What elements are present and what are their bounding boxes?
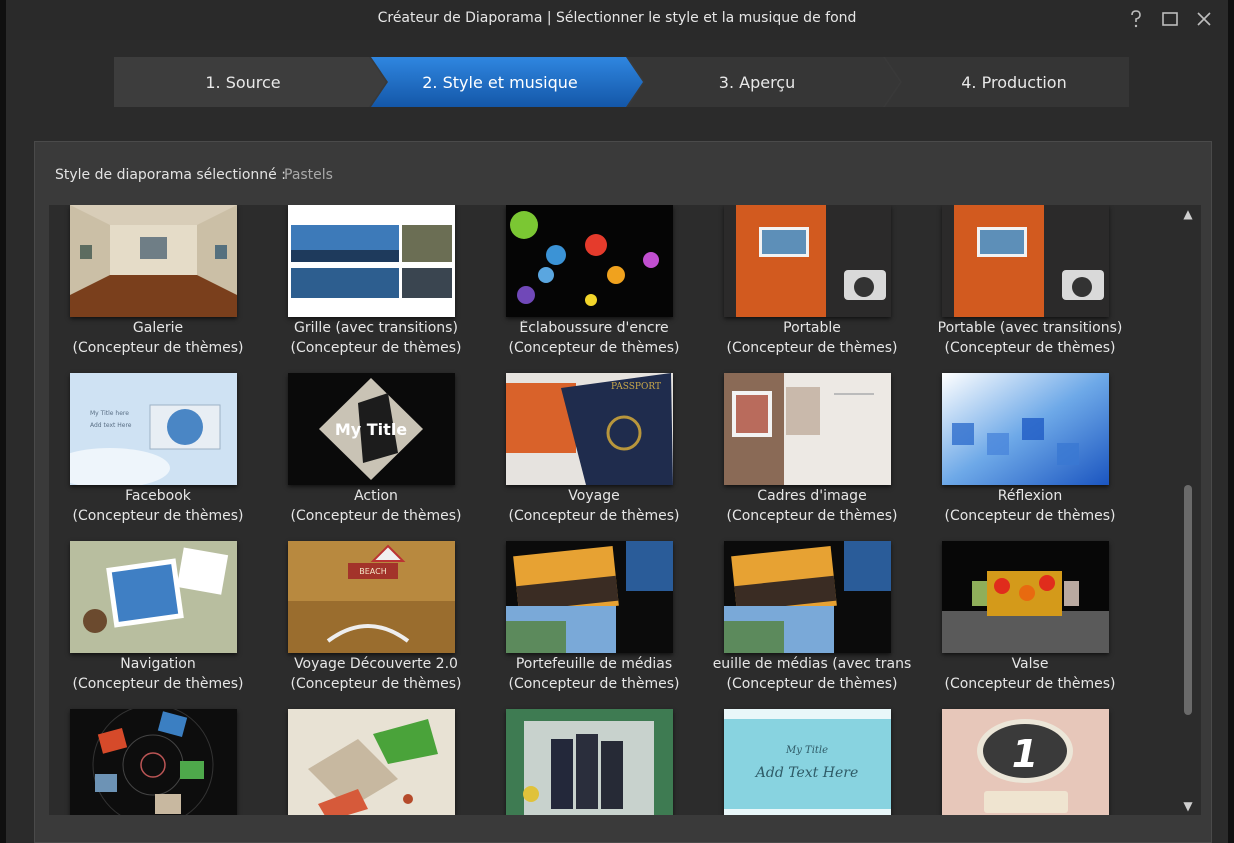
style-name: Galerie (132, 320, 184, 336)
style-subtitle: (Concepteur de thèmes) (508, 340, 680, 356)
title-bar: Créateur de Diaporama | Sélectionner le … (6, 0, 1228, 40)
style-subtitle: (Concepteur de thèmes) (72, 340, 244, 356)
maximize-icon (1162, 12, 1178, 26)
thumb-text: Add Text Here (754, 765, 858, 781)
thumb-text: My Title here (90, 410, 129, 417)
scroll-thumb[interactable] (1184, 485, 1192, 715)
style-thumbnail (942, 205, 1109, 317)
close-icon (1197, 12, 1211, 26)
wizard-steps: 1. Source 2. Style et musique 3. Aperçu … (114, 57, 1129, 107)
style-thumbnail (70, 541, 237, 653)
style-thumbnail (288, 205, 455, 317)
style-thumbnail: My Title Add Text Here (724, 709, 891, 815)
step-label: 2. Style et musique (422, 72, 578, 92)
style-subtitle: (Concepteur de thèmes) (508, 676, 680, 692)
style-subtitle: (Concepteur de thèmes) (72, 676, 244, 692)
style-name: Navigation (120, 656, 196, 672)
style-thumbnail (506, 709, 673, 815)
thumb-text: BEACH (359, 567, 386, 576)
slideshow-creator-window: Créateur de Diaporama | Sélectionner le … (0, 0, 1234, 843)
style-thumbnail: My Title (288, 373, 455, 485)
step-label: 1. Source (205, 72, 281, 92)
style-name: Valse (1011, 656, 1049, 672)
thumb-text: My Title (335, 420, 407, 439)
style-name: Éclaboussure d'encre (519, 320, 669, 336)
style-name: Grille (avec transitions) (294, 320, 458, 336)
scroll-down-arrow-icon[interactable]: ▼ (1181, 799, 1195, 813)
step-label: 4. Production (961, 72, 1067, 92)
style-name: euille de médias (avec trans (712, 656, 912, 672)
close-button[interactable] (1194, 8, 1214, 30)
step-preview[interactable]: 3. Aperçu (628, 57, 900, 107)
style-name: Portable (avec transitions) (937, 320, 1123, 336)
style-thumbnail (724, 541, 891, 653)
question-icon (1131, 10, 1141, 28)
style-thumbnail (506, 205, 673, 317)
style-subtitle: (Concepteur de thèmes) (944, 676, 1116, 692)
thumb-text: My Title (785, 745, 828, 756)
selected-style-label: Style de diaporama sélectionné : (55, 167, 286, 183)
style-subtitle: (Concepteur de thèmes) (290, 508, 462, 524)
style-thumbnail (70, 205, 237, 317)
style-subtitle: (Concepteur de thèmes) (944, 508, 1116, 524)
style-name: Facebook (125, 488, 191, 504)
step-source[interactable]: 1. Source (114, 57, 386, 107)
step-label: 3. Aperçu (718, 72, 796, 92)
style-thumbnail (942, 541, 1109, 653)
gallery-scrollbar[interactable]: ▲ ▼ (1181, 205, 1195, 815)
style-name: Réflexion (997, 488, 1063, 504)
style-thumbnail: 1 (942, 709, 1109, 815)
style-subtitle: (Concepteur de thèmes) (508, 508, 680, 524)
style-thumbnail: BEACH (288, 541, 455, 653)
thumb-text: 1 (1012, 732, 1038, 776)
maximize-button[interactable] (1160, 8, 1180, 30)
help-button[interactable] (1126, 8, 1146, 30)
step-production[interactable]: 4. Production (885, 57, 1143, 107)
style-thumbnail: My Title here Add text Here (70, 373, 237, 485)
scroll-up-arrow-icon[interactable]: ▲ (1181, 207, 1195, 221)
style-subtitle: (Concepteur de thèmes) (944, 340, 1116, 356)
style-subtitle: (Concepteur de thèmes) (726, 340, 898, 356)
style-subtitle: (Concepteur de thèmes) (72, 508, 244, 524)
style-thumbnail: PASSPORT (506, 373, 673, 485)
window-controls (1126, 8, 1214, 30)
style-thumbnail (506, 541, 673, 653)
style-thumbnail (724, 373, 891, 485)
style-subtitle: (Concepteur de thèmes) (290, 340, 462, 356)
style-thumbnail (942, 373, 1109, 485)
style-thumbnail (70, 709, 237, 815)
style-thumbnail (724, 205, 891, 317)
style-gallery: Galerie (Concepteur de thèmes) Grille (a… (49, 205, 1201, 815)
style-name: Voyage Découverte 2.0 (294, 656, 458, 672)
style-subtitle: (Concepteur de thèmes) (726, 508, 898, 524)
window-title: Créateur de Diaporama | Sélectionner le … (377, 10, 857, 26)
style-subtitle: (Concepteur de thèmes) (290, 676, 462, 692)
thumb-text: Add text Here (90, 422, 132, 429)
style-name: Portefeuille de médias (515, 656, 673, 672)
step-style-music[interactable]: 2. Style et musique (371, 57, 643, 107)
style-thumbnail (288, 709, 455, 815)
selected-style-value: Pastels (284, 167, 333, 183)
style-panel: Style de diaporama sélectionné : Pastels… (34, 141, 1212, 843)
style-subtitle: (Concepteur de thèmes) (726, 676, 898, 692)
style-name: Portable (783, 320, 841, 336)
thumb-text: PASSPORT (611, 382, 661, 392)
style-name: Action (354, 488, 398, 504)
style-name: Cadres d'image (757, 488, 867, 504)
style-name: Voyage (568, 488, 620, 504)
